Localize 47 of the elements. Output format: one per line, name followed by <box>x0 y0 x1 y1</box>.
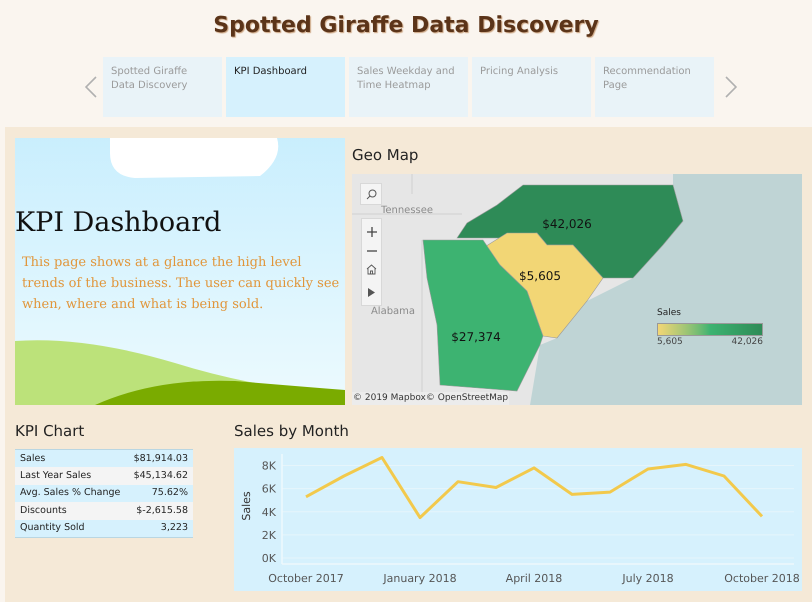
map-attribution: © 2019 Mapbox© OpenStreetMap <box>352 392 510 405</box>
x-tick-label: October 2017 <box>268 572 344 585</box>
y-tick-label: 8K <box>262 460 276 473</box>
state-value-label: $5,605 <box>519 269 561 283</box>
x-tick-label: July 2018 <box>622 572 674 585</box>
kpi-label: Discounts <box>20 504 67 518</box>
dashboard-tab[interactable]: Pricing Analysis <box>472 57 591 117</box>
section-title: Sales by Month <box>234 420 350 442</box>
place-label: Tennessee <box>380 205 434 216</box>
dashboard-tab[interactable]: Recommendation Page <box>595 57 714 117</box>
kpi-value: $81,914.03 <box>134 452 188 466</box>
place-label: Alabama <box>370 306 416 317</box>
home-icon[interactable] <box>366 264 377 276</box>
x-tick-label: January 2018 <box>383 572 457 585</box>
play-icon[interactable] <box>368 288 375 297</box>
hero-title: KPI Dashboard <box>15 206 222 240</box>
y-tick-label: 6K <box>262 482 276 496</box>
dashboard-tab[interactable]: KPI Dashboard <box>226 57 345 117</box>
state-value-label: $42,026 <box>542 217 592 231</box>
zoom-in-icon[interactable] <box>366 227 376 238</box>
kpi-value: 3,223 <box>160 521 188 536</box>
y-axis-title: Sales <box>240 491 253 521</box>
kpi-value: $-2,615.58 <box>136 504 188 518</box>
section-title: KPI Chart <box>15 420 86 442</box>
x-tick-label: October 2018 <box>724 572 800 585</box>
search-icon <box>366 188 376 200</box>
kpi-label: Quantity Sold <box>20 521 85 536</box>
section-title: Geo Map <box>352 144 420 166</box>
legend-title: Sales <box>657 307 682 320</box>
x-tick-label: April 2018 <box>506 572 562 585</box>
legend-max-label: 42,026 <box>732 336 763 348</box>
search-button[interactable] <box>360 183 382 205</box>
y-tick-label: 2K <box>262 528 276 542</box>
kpi-label: Sales <box>20 452 46 466</box>
kpi-label: Last Year Sales <box>20 468 92 483</box>
y-tick-label: 4K <box>262 506 276 519</box>
dashboard-tab[interactable]: Spotted Giraffe Data Discovery <box>103 57 222 117</box>
y-tick-label: 0K <box>262 552 276 565</box>
kpi-value: 75.62% <box>152 486 188 500</box>
zoom-out-icon[interactable] <box>366 250 376 252</box>
kpi-label: Avg. Sales % Change <box>20 486 120 500</box>
hero-description: This page shows at a glance the high level trends of the business. The user can quickly see when, where and what is being sold. <box>21 254 340 314</box>
legend-min-label: 5,605 <box>657 336 683 348</box>
dashboard-tab[interactable]: Sales Weekday and Time Heatmap <box>349 57 468 117</box>
page-title: Spotted Giraffe Data Discovery <box>213 12 599 40</box>
kpi-value: $45,134.62 <box>134 468 188 483</box>
state-value-label: $27,374 <box>451 330 501 344</box>
